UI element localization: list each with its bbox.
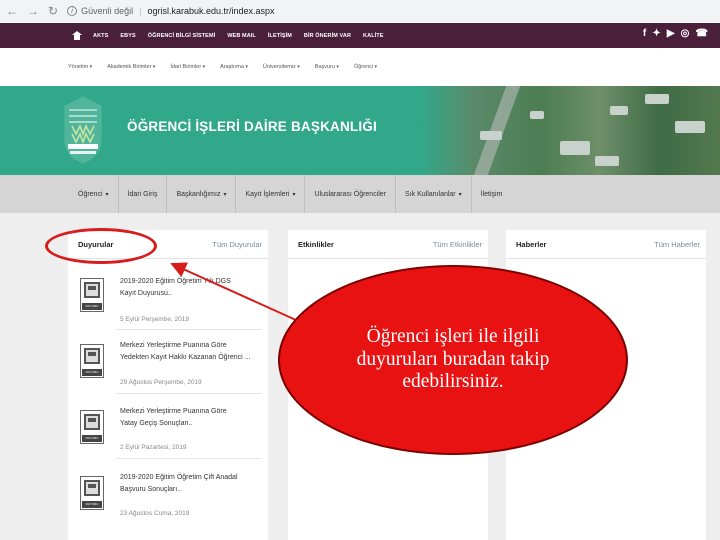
news-title: Haberler (516, 240, 547, 249)
announcement-title-line2[interactable]: Yedekten Kayıt Hakkı Kazanan Öğrenci ... (120, 354, 250, 361)
announcement-date: 29 Ağustos Perşembe, 2019 (120, 379, 202, 386)
announcement-title-line2[interactable]: Yatay Geçiş Sonuçları.. (120, 420, 193, 427)
menu-arastirma[interactable]: Araştırma (220, 64, 248, 70)
building-shape (610, 106, 628, 115)
social-icons: f ✦ ▶ ◎ ☎ (643, 29, 708, 39)
subnav-iletisim[interactable]: İletişim (472, 175, 512, 213)
item-divider (116, 329, 262, 330)
item-divider (116, 458, 262, 459)
building-shape (480, 131, 502, 140)
subnav-baskanligimiz[interactable]: Başkanlığımız (167, 175, 237, 213)
browser-toolbar: ← → ↻ i Güvenli değil | ogrisl.karabuk.e… (0, 0, 720, 22)
menu-universitemiz[interactable]: Üniversitemiz (263, 64, 300, 70)
announcements-panel: Duyurular Tüm Duyurular DUYURU 2019-2020… (68, 230, 268, 540)
subnav-ogrenci[interactable]: Öğrenci (78, 175, 119, 213)
subnav-uluslararasi[interactable]: Uluslararası Öğrenciler (305, 175, 397, 213)
events-title: Etkinlikler (298, 240, 334, 249)
announcement-date: 5 Eylül Perşembe, 2019 (120, 316, 190, 323)
menu-ogrenci[interactable]: Öğrenci (354, 64, 377, 70)
announcement-title-line1[interactable]: Merkezi Yerleştirme Puanına Göre (120, 342, 227, 349)
main-menu: Yönetim Akademik Birimler İdari Birimler… (0, 48, 720, 86)
top-links: AKTS EBYS ÖĞRENCİ BİLGİ SİSTEMİ WEB MAIL… (93, 33, 384, 39)
callout-text: Öğrenci işleri ile ilgili duyuruları bur… (356, 326, 550, 393)
announcement-item[interactable]: DUYURU Merkezi Yerleştirme Puanına Göre … (68, 398, 266, 464)
building-shape (675, 121, 705, 133)
announcement-icon: DUYURU (80, 410, 104, 444)
top-link-iletisim[interactable]: İLETİŞİM (268, 33, 292, 39)
announcement-item[interactable]: DUYURU Merkezi Yerleştirme Puanına Göre … (68, 332, 266, 398)
top-link-oneri[interactable]: BİR ÖNERİM VAR (304, 33, 351, 39)
building-shape (560, 141, 590, 155)
reload-icon[interactable]: ↻ (48, 5, 58, 17)
top-link-obs[interactable]: ÖĞRENCİ BİLGİ SİSTEMİ (148, 33, 216, 39)
all-announcements-link[interactable]: Tüm Duyurular (212, 240, 262, 249)
announcement-icon: DUYURU (80, 278, 104, 312)
top-bar: AKTS EBYS ÖĞRENCİ BİLGİ SİSTEMİ WEB MAIL… (0, 23, 720, 48)
campus-photo (420, 86, 720, 175)
all-events-link[interactable]: Tüm Etkinlikler (433, 240, 482, 249)
announcement-item[interactable]: DUYURU 2019-2020 Eğitim Öğretim Çift Ana… (68, 464, 266, 530)
address-bar[interactable]: i Güvenli değil | ogrisl.karabuk.edu.tr/… (67, 6, 275, 16)
url-text[interactable]: ogrisl.karabuk.edu.tr/index.aspx (147, 6, 274, 16)
building-shape (595, 156, 619, 166)
subnav-kayit-islemleri[interactable]: Kayıt İşlemleri (236, 175, 306, 213)
header-banner: ÖĞRENCİ İŞLERİ DAİRE BAŞKANLIĞI (0, 86, 720, 175)
menu-yonetim[interactable]: Yönetim (68, 64, 92, 70)
top-link-akts[interactable]: AKTS (93, 33, 108, 39)
back-arrow-icon[interactable]: ← (6, 5, 18, 17)
announcement-icon: DUYURU (80, 344, 104, 378)
top-link-ebys[interactable]: EBYS (120, 33, 135, 39)
announcement-title-line2[interactable]: Başvuru Sonuçları.. (120, 486, 181, 493)
subnav-idari-giris[interactable]: İdari Giriş (119, 175, 168, 213)
item-divider (116, 393, 262, 394)
menu-akademik[interactable]: Akademik Birimler (107, 64, 155, 70)
security-label: Güvenli değil (81, 6, 134, 16)
menu-idari[interactable]: İdari Birimler (170, 64, 205, 70)
menu-basvuru[interactable]: Başvuru (315, 64, 339, 70)
info-icon[interactable]: i (67, 6, 78, 16)
announcement-date: 2 Eylül Pazartesi, 2019 (120, 444, 187, 451)
highlight-circle (45, 228, 157, 264)
building-shape (645, 94, 669, 104)
top-link-webmail[interactable]: WEB MAIL (227, 33, 256, 39)
university-logo-icon (64, 96, 102, 164)
home-icon[interactable] (72, 31, 82, 40)
top-link-kalite[interactable]: KALİTE (363, 33, 383, 39)
sub-navigation: Öğrenci İdari Giriş Başkanlığımız Kayıt … (0, 175, 720, 213)
phone-icon[interactable]: ☎ (695, 29, 708, 39)
announcement-icon: DUYURU (80, 476, 104, 510)
announcement-item[interactable]: DUYURU 2019-2020 Eğitim Öğretim Yılı DGS… (68, 266, 266, 332)
announcement-title-line1[interactable]: Merkezi Yerleştirme Puanına Göre (120, 408, 227, 415)
panel-divider (506, 258, 706, 259)
callout-bubble: Öğrenci işleri ile ilgili duyuruları bur… (278, 265, 628, 455)
facebook-icon[interactable]: f (643, 29, 646, 39)
page: ← → ↻ i Güvenli değil | ogrisl.karabuk.e… (0, 0, 720, 540)
announcement-title-line2[interactable]: Kayıt Duyurusu.. (120, 290, 172, 297)
all-news-link[interactable]: Tüm Haberler (654, 240, 700, 249)
twitter-icon[interactable]: ✦ (652, 29, 660, 39)
banner-title: ÖĞRENCİ İŞLERİ DAİRE BAŞKANLIĞI (127, 119, 377, 134)
announcement-date: 23 Ağustos Cuma, 2019 (120, 510, 190, 517)
forward-arrow-icon[interactable]: → (27, 5, 39, 17)
announcement-title-line1[interactable]: 2019-2020 Eğitim Öğretim Çift Anadal (120, 474, 238, 481)
panel-divider (288, 258, 488, 259)
instagram-icon[interactable]: ◎ (681, 29, 690, 39)
address-separator: | (139, 6, 142, 16)
youtube-icon[interactable]: ▶ (667, 29, 675, 39)
announcement-title-line1[interactable]: 2019-2020 Eğitim Öğretim Yılı DGS (120, 278, 231, 285)
subnav-sik-kullanilanlar[interactable]: Sık Kullanılanlar (396, 175, 472, 213)
building-shape (530, 111, 544, 119)
